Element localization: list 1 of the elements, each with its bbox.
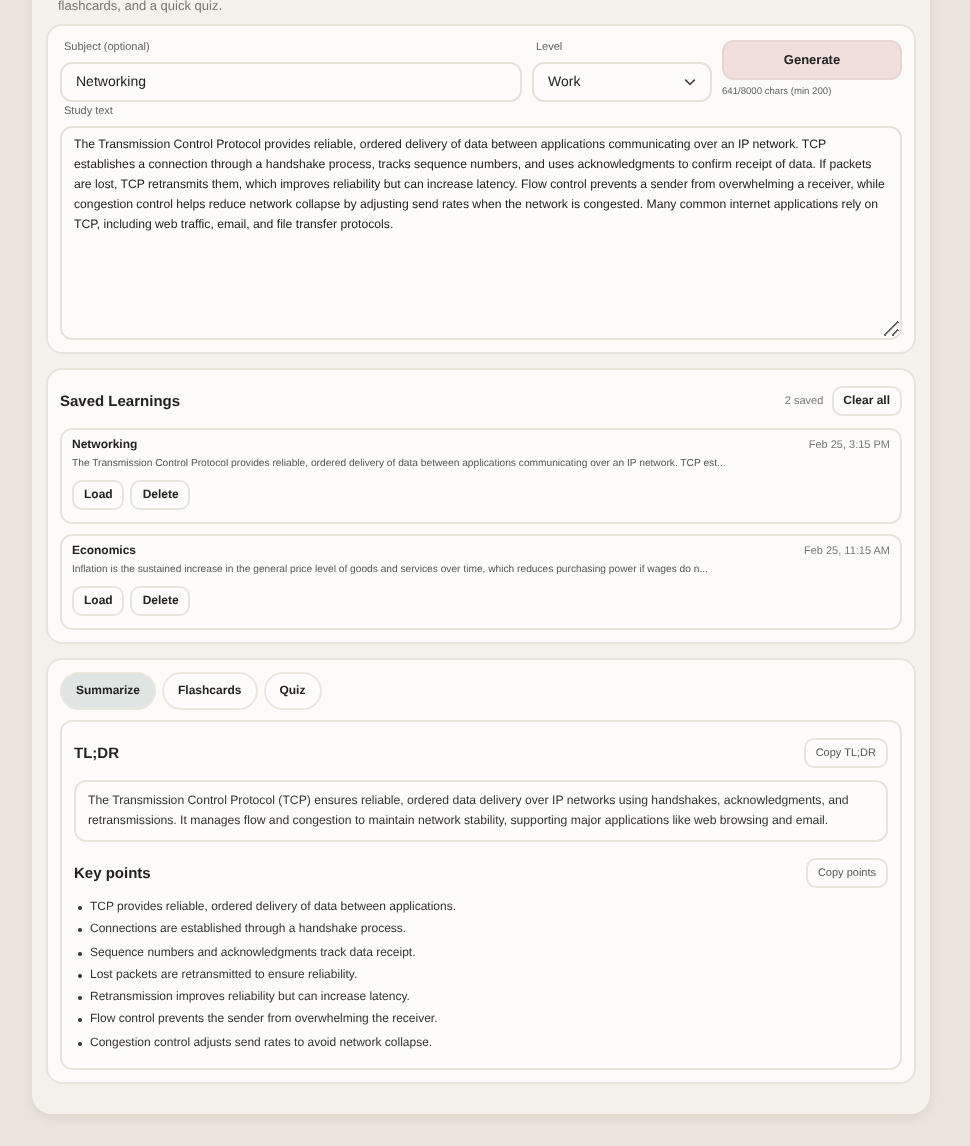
chevron-down-icon [684,78,696,86]
